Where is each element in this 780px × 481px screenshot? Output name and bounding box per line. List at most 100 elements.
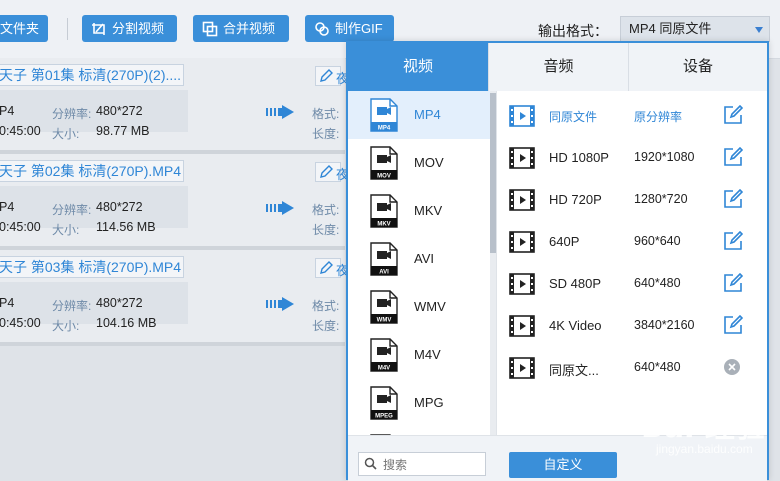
video-file-icon: MPEG [370, 386, 398, 420]
svg-text:MOV: MOV [377, 174, 391, 180]
resolution-key: 分辨率: [52, 299, 92, 313]
size-key: 大小: [52, 319, 80, 333]
edit-target-button[interactable]: 夜 [315, 66, 349, 86]
preset-item[interactable]: 同原文件 原分辨率 [497, 95, 767, 137]
merge-video-button[interactable]: 合并视频 [193, 15, 289, 42]
file-resolution: 480*272 [96, 104, 143, 118]
file-row[interactable]: 天子 第03集 标清(270P).MP4 P4 分辨率: 480*272 0:4… [0, 250, 349, 346]
video-file-icon: AVI [370, 242, 398, 276]
edit-icon[interactable] [723, 231, 743, 251]
format-item-mp4[interactable]: MP4 MP4 [348, 91, 490, 139]
format-item-avi[interactable]: AVI AVI [348, 235, 490, 283]
file-format: P4 [0, 200, 15, 214]
file-format: P4 [0, 296, 15, 310]
delete-preset-button[interactable] [724, 359, 740, 375]
edit-icon[interactable] [723, 105, 743, 125]
split-video-label: 分割视频 [112, 21, 165, 36]
format-popup: 视频 音频 设备 MP4 MP4 MOV MOV MKV MKV AVI AVI… [346, 41, 769, 481]
svg-text:MPEG: MPEG [375, 414, 393, 420]
tab-audio[interactable]: 音频 [489, 43, 628, 91]
make-gif-button[interactable]: 制作GIF [305, 15, 394, 42]
scissors-icon [91, 21, 107, 37]
format-item-m4v[interactable]: M4V M4V [348, 331, 490, 379]
pencil-icon [320, 261, 333, 274]
merge-icon [202, 21, 218, 37]
chevron-down-icon [755, 27, 763, 33]
split-video-button[interactable]: 分割视频 [82, 15, 177, 42]
file-row[interactable]: 天子 第01集 标清(270P)(2).... P4 分辨率: 480*272 … [0, 58, 349, 154]
svg-text:AVI: AVI [379, 270, 389, 276]
svg-text:M4V: M4V [378, 366, 390, 372]
close-icon [728, 363, 736, 371]
film-icon [509, 147, 535, 169]
file-name[interactable]: 天子 第01集 标清(270P)(2).... [0, 64, 184, 86]
preset-resolution: 640*480 [634, 360, 681, 374]
preset-item[interactable]: 同原文... 640*480 [497, 347, 767, 389]
format-name: MKV [414, 203, 443, 218]
format-item-mov[interactable]: MOV MOV [348, 139, 490, 187]
preset-item[interactable]: HD 720P 1280*720 [497, 179, 767, 221]
tab-video[interactable]: 视频 [348, 43, 488, 91]
preset-name: 4K Video [549, 318, 602, 333]
custom-button[interactable]: 自定义 [509, 452, 617, 478]
search-box[interactable] [358, 452, 486, 476]
convert-arrow-icon [266, 297, 296, 311]
tab-device[interactable]: 设备 [629, 43, 767, 91]
resolution-key: 分辨率: [52, 203, 92, 217]
edit-icon[interactable] [723, 273, 743, 293]
preset-name: HD 720P [549, 192, 602, 207]
format-item-wmv[interactable]: WMV WMV [348, 283, 490, 331]
file-name[interactable]: 天子 第03集 标清(270P).MP4 [0, 256, 184, 278]
format-item-mkv[interactable]: MKV MKV [348, 187, 490, 235]
format-name: WMV [414, 299, 446, 314]
preset-item[interactable]: SD 480P 640*480 [497, 263, 767, 305]
file-size: 114.56 MB [96, 220, 156, 234]
pencil-icon [320, 165, 333, 178]
size-key: 大小: [52, 127, 80, 141]
preset-name: SD 480P [549, 276, 602, 291]
file-row[interactable]: 天子 第02集 标清(270P).MP4 P4 分辨率: 480*272 0:4… [0, 154, 349, 250]
output-format-select[interactable]: MP4 同原文件 [620, 16, 770, 42]
edit-icon[interactable] [723, 189, 743, 209]
file-duration: 0:45:00 [0, 220, 41, 234]
video-file-icon: MOV [370, 146, 398, 180]
edit-icon[interactable] [723, 315, 743, 335]
resolution-key: 分辨率: [52, 107, 92, 121]
merge-video-label: 合并视频 [223, 21, 276, 36]
preset-item[interactable]: HD 1080P 1920*1080 [497, 137, 767, 179]
output-format-value: MP4 同原文件 [629, 21, 712, 36]
edit-target-button[interactable]: 夜 [315, 258, 349, 278]
pencil-icon [320, 69, 333, 82]
preset-item[interactable]: 640P 960*640 [497, 221, 767, 263]
preset-list: 同原文件 原分辨率 HD 1080P 1920*1080 HD 720P 128… [497, 91, 767, 435]
convert-arrow-icon [266, 105, 296, 119]
folder-button[interactable]: 文件夹 [0, 15, 48, 42]
search-input[interactable] [381, 455, 485, 475]
target-length-key: 长度: [312, 127, 340, 141]
toolbar-divider [67, 18, 68, 40]
preset-resolution: 640*480 [634, 276, 681, 290]
edit-icon[interactable] [723, 147, 743, 167]
video-file-icon: MP4 [370, 98, 398, 132]
popup-footer: 自定义 [348, 435, 767, 481]
preset-item[interactable]: 4K Video 3840*2160 [497, 305, 767, 347]
format-name: M4V [414, 347, 441, 362]
target-format-key: 格式: [312, 107, 340, 121]
format-tabs: 视频 音频 设备 [348, 43, 767, 91]
preset-name: 同原文件 [549, 110, 598, 124]
file-size: 98.77 MB [96, 124, 150, 138]
file-name[interactable]: 天子 第02集 标清(270P).MP4 [0, 160, 184, 182]
preset-name: 同原文... [549, 363, 599, 378]
format-item-more[interactable] [348, 427, 490, 435]
file-duration: 0:45:00 [0, 316, 41, 330]
format-name: AVI [414, 251, 434, 266]
svg-text:MP4: MP4 [378, 126, 391, 132]
preset-resolution: 1920*1080 [634, 150, 695, 164]
file-duration: 0:45:00 [0, 124, 41, 138]
format-item-mpg[interactable]: MPEG MPG [348, 379, 490, 427]
search-icon [364, 457, 377, 470]
file-size: 104.16 MB [96, 316, 157, 330]
file-resolution: 480*272 [96, 296, 143, 310]
format-name: MOV [414, 155, 444, 170]
edit-target-button[interactable]: 夜 [315, 162, 349, 182]
